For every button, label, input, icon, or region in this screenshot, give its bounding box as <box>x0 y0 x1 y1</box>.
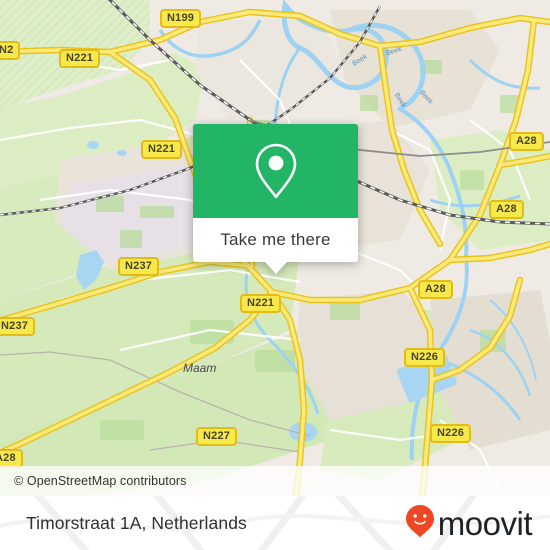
road-shield: N221 <box>240 294 282 313</box>
road-shield: N226 <box>430 424 472 443</box>
popup-image-panel <box>193 124 358 218</box>
take-me-there-button[interactable]: Take me there <box>193 218 358 262</box>
road-shield: N227 <box>196 427 238 446</box>
map-attribution[interactable]: © OpenStreetMap contributors <box>0 466 550 496</box>
road-shield: N226 <box>404 348 446 367</box>
popup-pointer-tail <box>264 262 287 274</box>
location-popup-card[interactable]: Take me there <box>193 124 358 274</box>
footer-bar: Timorstraat 1A, Netherlands moovit <box>0 496 550 550</box>
moovit-wordmark: moovit <box>437 504 533 542</box>
moovit-logo[interactable]: moovit <box>405 504 550 543</box>
moovit-pin-icon <box>405 504 435 543</box>
road-shield: N237 <box>0 317 36 336</box>
attribution-text: © OpenStreetMap contributors <box>14 474 187 488</box>
take-me-there-label: Take me there <box>220 230 331 249</box>
map-viewport[interactable]: N199 N221 N221 N221 N237 N237 N227 N226 N226 A28 A… <box>0 0 550 496</box>
road-shield: A28 <box>489 200 524 219</box>
location-pin-icon <box>253 142 299 200</box>
road-shield: N221 <box>141 140 183 159</box>
road-shield: N221 <box>59 49 101 68</box>
moovit-map-screenshot: N199 N221 N221 N221 N237 N237 N227 N226 N226 A28 A… <box>0 0 550 550</box>
address-label: Timorstraat 1A, Netherlands <box>26 512 247 533</box>
place-label: Maam <box>183 361 217 375</box>
road-shield: A28 <box>418 280 453 299</box>
road-shield: N2 <box>0 41 21 60</box>
road-shield: N199 <box>160 9 202 28</box>
road-shield: N237 <box>118 257 160 276</box>
road-shield: A28 <box>509 132 544 151</box>
